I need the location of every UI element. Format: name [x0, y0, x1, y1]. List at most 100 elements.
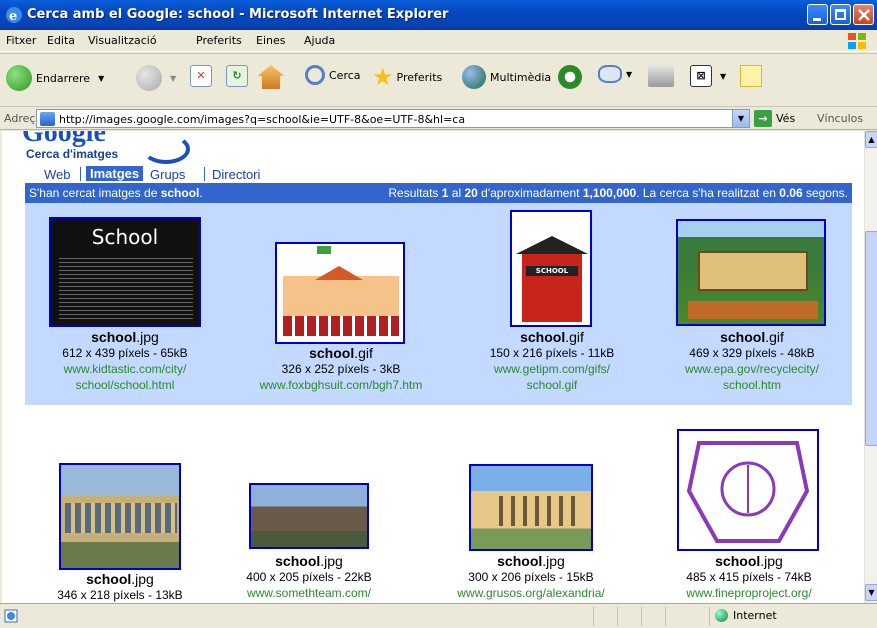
history-button[interactable] [558, 65, 582, 89]
mail-button[interactable]: ▼ [598, 65, 632, 83]
result-ext: .gif [765, 329, 784, 345]
result-ext: .jpg [131, 571, 154, 587]
result-url-line2[interactable]: school/school.html [22, 377, 228, 393]
address-input[interactable]: http://images.google.com/images?q=school… [36, 109, 750, 128]
result-name[interactable]: school [275, 553, 320, 569]
media-button[interactable]: Multimèdia [462, 65, 551, 89]
page-status-icon [4, 609, 18, 623]
tab-groups[interactable]: Grups [150, 167, 185, 182]
refresh-icon: ↻ [226, 65, 248, 87]
result-url[interactable]: www.getipm.com/gifs/ [449, 361, 655, 377]
result-name[interactable]: school [86, 571, 131, 587]
star-icon: ★ [372, 63, 394, 91]
thumb-roof [315, 266, 363, 280]
menu-visualitzacio[interactable]: Visualització [88, 34, 157, 47]
scroll-up-button[interactable]: ▲ [865, 131, 877, 148]
result-name[interactable]: school [720, 329, 765, 345]
tab-directory[interactable]: Directori [212, 167, 260, 182]
maximize-button[interactable] [830, 4, 851, 25]
home-icon [258, 65, 284, 89]
chevron-down-icon: ▼ [737, 114, 745, 123]
result-caption: school.jpg 612 x 439 píxels - 65kB www.k… [22, 329, 228, 393]
result-caption: school.jpg 400 x 205 píxels - 22kB www.s… [206, 553, 412, 601]
thumb-ground [251, 531, 367, 547]
menu-ajuda[interactable]: Ajuda [304, 34, 335, 47]
result-name[interactable]: school [497, 553, 542, 569]
thumb-ground [688, 301, 818, 319]
result-url[interactable]: www.grusos.org/alexandria/ [428, 585, 634, 601]
result-url-line2[interactable]: school.gif [449, 377, 655, 393]
result-size: 400 x 205 píxels - 22kB [246, 570, 372, 584]
result-thumbnail[interactable] [59, 463, 181, 570]
result-name[interactable]: school [309, 345, 354, 361]
result-ext: .jpg [542, 553, 565, 569]
address-dropdown-button[interactable]: ▼ [732, 110, 749, 127]
result-url[interactable]: www.somethteam.com/ [206, 585, 412, 601]
result-thumbnail[interactable]: SCHOOL [510, 210, 592, 327]
minimize-button[interactable] [807, 4, 828, 25]
tab-separator [204, 167, 205, 181]
chevron-down-icon: ▼ [170, 73, 177, 83]
result-name[interactable]: school [520, 329, 565, 345]
menu-eines[interactable]: Eines [256, 34, 285, 47]
vertical-scrollbar[interactable]: ▲ ▼ [864, 131, 877, 603]
result-thumbnail[interactable] [677, 429, 819, 551]
logo-swoosh [142, 134, 190, 164]
chevron-down-icon: ▼ [626, 69, 633, 79]
result-size: 150 x 216 píxels - 11kB [489, 346, 615, 360]
messenger-button[interactable] [740, 65, 762, 87]
result-thumbnail[interactable] [249, 483, 369, 549]
thumb-flag [317, 246, 331, 254]
result-url[interactable]: www.kidtastic.com/city/ [22, 361, 228, 377]
menu-edita[interactable]: Edita [47, 34, 75, 47]
minimize-icon [813, 18, 821, 21]
favorites-button[interactable]: ★ Preferits [372, 65, 442, 89]
go-button[interactable]: → Vés [754, 110, 795, 127]
result-name[interactable]: school [715, 553, 760, 569]
note-icon [740, 65, 762, 87]
menu-bar: Fitxer Edita Visualització Preferits Ein… [0, 30, 877, 52]
result-thumbnail[interactable] [469, 464, 593, 551]
security-zone: Internet [715, 609, 777, 622]
result-url[interactable]: www.fineproproject.org/ [646, 585, 852, 601]
forward-button[interactable]: ▼ [136, 65, 176, 91]
edit-button[interactable]: ⊠ ▼ [690, 65, 726, 87]
home-button[interactable] [258, 65, 284, 89]
back-button[interactable]: Endarrere ▼ [6, 65, 104, 91]
result-url[interactable]: www.foxbghsuit.com/bgh7.htm [238, 377, 444, 393]
tab-web[interactable]: Web [44, 167, 71, 182]
scroll-thumb[interactable] [865, 231, 877, 446]
search-icon [305, 65, 325, 85]
search-button[interactable]: Cerca [305, 65, 361, 85]
print-button[interactable] [648, 65, 674, 87]
links-label[interactable]: Vínculos [817, 112, 863, 125]
result-thumbnail[interactable]: School [49, 217, 201, 327]
result-ext: .jpg [320, 553, 343, 569]
close-button[interactable] [853, 4, 874, 25]
result-url-line2[interactable]: school.htm [649, 377, 855, 393]
status-segment [617, 607, 618, 626]
internet-explorer-icon: e [6, 7, 22, 24]
result-thumbnail[interactable] [676, 219, 826, 326]
scroll-down-button[interactable]: ▼ [865, 584, 877, 601]
result-url[interactable]: www.epa.gov/recyclecity/ [649, 361, 855, 377]
result-size: 346 x 218 píxels - 13kB [57, 588, 183, 602]
result-size: 485 x 415 píxels - 74kB [686, 570, 812, 584]
result-caption: school.gif 150 x 216 píxels - 11kB www.g… [449, 329, 655, 393]
title-bar: e Cerca amb el Google: school - Microsof… [0, 0, 877, 30]
result-name[interactable]: school [91, 329, 136, 345]
chevron-up-icon: ▲ [868, 135, 875, 144]
thumb-sky [678, 221, 824, 237]
tab-images[interactable]: Imatges [86, 166, 144, 181]
search-label: Cerca [329, 68, 361, 82]
menu-fitxer[interactable]: Fitxer [6, 34, 36, 47]
stop-button[interactable]: ✕ [190, 65, 212, 87]
status-segment [709, 607, 710, 626]
result-ext: .gif [565, 329, 584, 345]
thumb-school-text: School [91, 225, 159, 249]
result-thumbnail[interactable] [275, 242, 405, 344]
google-logo[interactable]: Google [22, 131, 106, 147]
menu-preferits[interactable]: Preferits [196, 34, 242, 47]
result-caption: school.gif 326 x 252 píxels - 3kB www.fo… [238, 345, 444, 393]
refresh-button[interactable]: ↻ [226, 65, 248, 87]
